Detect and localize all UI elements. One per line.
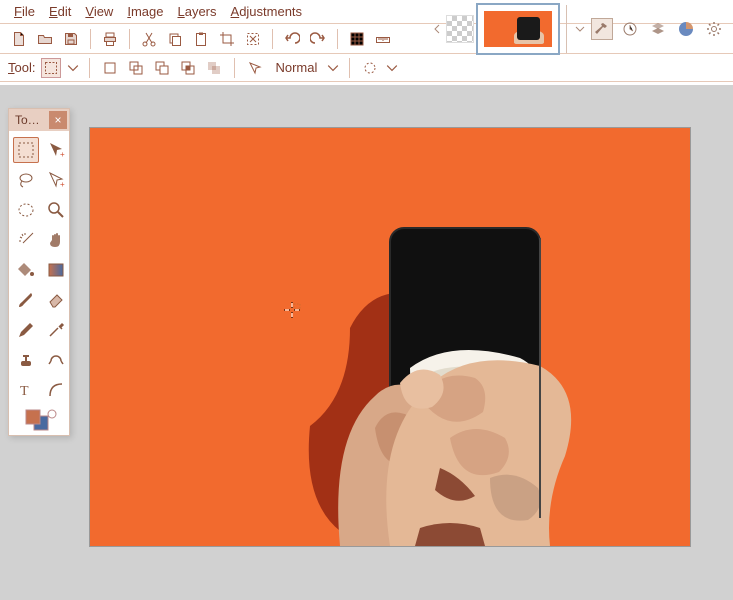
selmode-subtract[interactable] [152,58,172,78]
paste-button[interactable] [190,28,212,50]
ruler-button[interactable] [372,28,394,50]
chevron-down-icon[interactable] [327,62,339,74]
tool-clone-stamp[interactable] [13,347,39,373]
new-file-button[interactable] [8,28,30,50]
blend-mode-select[interactable]: Normal [271,60,321,75]
sel-constraint[interactable] [360,58,380,78]
tool-lasso[interactable] [13,167,39,193]
color-swatches[interactable] [9,409,69,435]
deselect-button[interactable] [242,28,264,50]
tool-move[interactable]: + [43,137,69,163]
grid-button[interactable] [346,28,368,50]
hammer-icon[interactable] [591,18,613,40]
layers-stack-icon[interactable] [647,18,669,40]
menu-file[interactable]: File [14,4,35,19]
menu-view[interactable]: View [85,4,113,19]
settings-gear-icon[interactable] [703,18,725,40]
chevron-down-icon[interactable] [573,5,587,53]
chevron-down-icon[interactable] [67,62,79,74]
toolbox-titlebar[interactable]: To… × [9,109,69,131]
selmode-xor[interactable] [204,58,224,78]
selmode-replace[interactable] [100,58,120,78]
document-thumbnail[interactable] [476,3,560,55]
save-button[interactable] [60,28,82,50]
menu-layers[interactable]: Layers [177,4,216,19]
svg-text:+: + [60,150,65,159]
sel-move-pixels[interactable] [245,58,265,78]
history-clock-icon[interactable] [619,18,641,40]
close-button[interactable]: × [49,111,67,129]
tool-line-curve[interactable] [43,377,69,403]
tool-shape-select[interactable] [41,58,61,78]
tool-gradient[interactable] [43,257,69,283]
crop-button[interactable] [216,28,238,50]
toolbox-panel[interactable]: To… × + + T [8,108,70,436]
menu-edit[interactable]: Edit [49,4,71,19]
copy-button[interactable] [164,28,186,50]
cut-button[interactable] [138,28,160,50]
tool-zoom[interactable] [43,197,69,223]
tool-eraser[interactable] [43,287,69,313]
chevron-left-icon[interactable] [430,5,444,53]
canvas-image [90,128,690,546]
svg-text:+: + [60,180,65,189]
tool-move-selection[interactable]: + [43,167,69,193]
tool-color-picker[interactable] [43,317,69,343]
tool-magic-wand[interactable] [13,227,39,253]
tool-label: Tool: [8,60,35,75]
pie-chart-icon[interactable] [675,18,697,40]
redo-button[interactable] [307,28,329,50]
selmode-intersect[interactable] [178,58,198,78]
print-button[interactable] [99,28,121,50]
background-checker-icon[interactable] [446,15,474,43]
svg-text:T: T [20,384,29,399]
chevron-down-icon[interactable] [386,62,398,74]
tool-ellipse-select[interactable] [13,197,39,223]
tool-paint-bucket[interactable] [13,257,39,283]
open-file-button[interactable] [34,28,56,50]
menu-adjustments[interactable]: Adjustments [231,4,303,19]
top-right-strip [430,0,733,58]
undo-button[interactable] [281,28,303,50]
toolbox-title: To… [15,113,40,127]
menu-image[interactable]: Image [127,4,163,19]
selmode-add[interactable] [126,58,146,78]
tool-text[interactable]: T [13,377,39,403]
workspace [0,85,733,600]
tool-pan-hand[interactable] [43,227,69,253]
tool-rect-select[interactable] [13,137,39,163]
tool-paintbrush[interactable] [13,287,39,313]
tool-options-bar: Tool: Normal [0,54,733,82]
canvas[interactable] [90,128,690,546]
tool-pencil[interactable] [13,317,39,343]
tool-recolor[interactable] [43,347,69,373]
